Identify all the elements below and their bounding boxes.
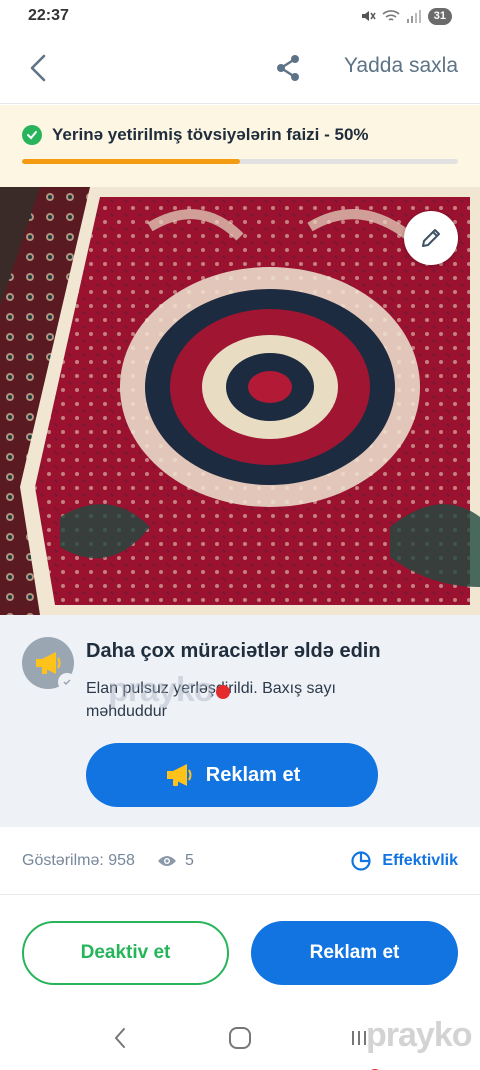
share-button[interactable] xyxy=(270,50,306,86)
system-nav-bar: prayko xyxy=(0,1006,480,1070)
promo-advertise-button[interactable]: Reklam et xyxy=(86,743,378,807)
promo-avatar xyxy=(22,637,76,691)
pie-chart-icon xyxy=(351,850,372,871)
share-icon xyxy=(277,55,299,81)
impressions-count: Göstərilmə: 958 xyxy=(22,851,135,869)
promotion-card: Daha çox müraciətlər əldə edin Elan puls… xyxy=(0,615,480,827)
recommendations-progress-text: Yerinə yetirilmiş tövsiyələrin faizi - 5… xyxy=(52,125,369,144)
effectiveness-link[interactable]: Effektivlik xyxy=(350,850,458,872)
edit-photo-button[interactable] xyxy=(404,211,458,265)
nav-back-button[interactable] xyxy=(100,1018,140,1058)
signal-icon xyxy=(406,10,421,23)
pencil-icon xyxy=(422,229,440,247)
nav-home-icon xyxy=(229,1027,251,1049)
status-icons: 31 xyxy=(360,7,452,25)
nav-back-icon xyxy=(114,1028,125,1048)
verified-badge xyxy=(58,673,76,691)
watermark-corner: prayko xyxy=(366,1016,480,1070)
listing-photo[interactable] xyxy=(0,187,480,615)
promo-advertise-label: Reklam et xyxy=(205,763,301,786)
back-button[interactable] xyxy=(22,50,54,86)
advertise-button[interactable]: Reklam et xyxy=(251,921,458,985)
stats-row: Göstərilmə: 958 5 Effektivlik xyxy=(0,827,480,895)
effectiveness-label: Effektivlik xyxy=(382,851,458,869)
promo-title: Daha çox müraciətlər əldə edin xyxy=(86,640,381,662)
wifi-icon xyxy=(382,10,400,21)
eye-icon xyxy=(157,855,176,866)
check-icon xyxy=(22,125,42,145)
save-button[interactable]: Yadda saxla xyxy=(344,54,458,78)
megaphone-icon xyxy=(36,652,61,674)
progress-fill xyxy=(22,159,240,164)
status-bar: 22:37 31 xyxy=(0,0,480,32)
watermark: prayko xyxy=(108,671,230,710)
status-time: 22:37 xyxy=(28,7,69,24)
deactivate-button[interactable]: Deaktiv et xyxy=(22,921,229,985)
progress-bar xyxy=(22,159,458,164)
mute-icon xyxy=(361,11,376,21)
recommendations-banner: Yerinə yetirilmiş tövsiyələrin faizi - 5… xyxy=(0,105,480,187)
back-icon xyxy=(30,54,46,82)
battery-indicator: 31 xyxy=(427,7,452,25)
megaphone-icon xyxy=(166,764,192,786)
views-count: 5 xyxy=(157,852,194,870)
views-value: 5 xyxy=(184,851,194,869)
nav-home-button[interactable] xyxy=(220,1018,260,1058)
header: Yadda saxla xyxy=(0,32,480,104)
